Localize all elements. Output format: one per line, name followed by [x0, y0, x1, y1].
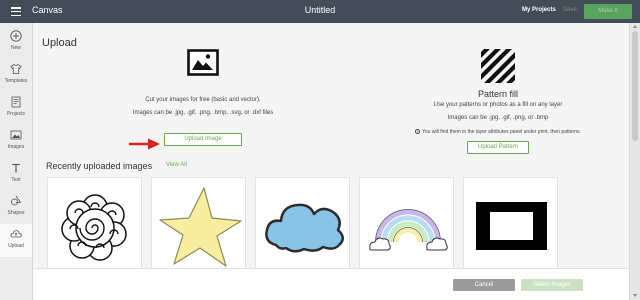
sidebar-item-label: Text — [11, 177, 21, 183]
sidebar-item-upload[interactable]: Upload — [0, 224, 32, 257]
shirt-icon — [10, 63, 22, 74]
sidebar-item-images[interactable]: Images — [0, 125, 32, 158]
pattern-fill-section: Pattern fill Use your patterns or photos… — [368, 49, 628, 154]
sidebar-item-label: Templates — [4, 78, 28, 84]
page-title: Upload — [42, 37, 77, 49]
upload-image-section: Cut your images for free (basic and vect… — [88, 49, 318, 146]
mandala-flower-image — [61, 194, 127, 261]
scroll-up-icon[interactable] — [633, 25, 637, 28]
upload-pattern-button[interactable]: Upload Pattern — [467, 141, 529, 154]
pattern-fill-title: Pattern fill — [477, 89, 519, 99]
cancel-button[interactable]: Cancel — [453, 279, 515, 291]
projects-icon — [11, 96, 21, 108]
black-frame-image — [476, 202, 547, 250]
pattern-icon — [481, 49, 515, 83]
image-icon — [10, 130, 22, 140]
text-icon — [12, 163, 20, 173]
sidebar-item-label: New — [10, 45, 21, 51]
bottom-action-bar: Cancel Select Images — [33, 268, 629, 300]
sidebar-item-shapes[interactable]: Shapes — [0, 191, 32, 224]
upload-image-button[interactable]: Upload Image — [164, 133, 242, 146]
recent-image-tile[interactable] — [359, 177, 454, 277]
info-icon: i — [415, 129, 421, 135]
recent-image-tile[interactable] — [463, 177, 558, 277]
view-all-link[interactable]: View All — [166, 162, 187, 168]
upload-panel: Upload Cut your images for free (basic a… — [33, 23, 629, 300]
shapes-icon — [11, 195, 22, 206]
recent-uploads-heading: Recently uploaded images — [46, 161, 153, 171]
pattern-types-text: Images can be .jpg, .gif, .png, or .bmp — [447, 115, 549, 121]
pattern-info-note: i You will find them in the layer attribu… — [368, 129, 628, 135]
sidebar-item-templates[interactable]: Templates — [0, 59, 32, 92]
sidebar-item-new[interactable]: New — [0, 26, 32, 59]
blue-cloud-image — [265, 203, 344, 253]
red-arrow-icon — [129, 138, 160, 150]
top-bar: Canvas Untitled My Projects Save Make It — [0, 0, 640, 23]
save-link[interactable]: Save — [563, 7, 577, 13]
yellow-star-image — [159, 187, 242, 267]
select-images-button[interactable]: Select Images — [521, 279, 583, 291]
sidebar-item-label: Projects — [6, 111, 26, 117]
make-it-button[interactable]: Make It — [584, 4, 632, 19]
recent-image-tile[interactable] — [255, 177, 350, 277]
recent-image-tile[interactable] — [151, 177, 246, 277]
sidebar-item-label: Images — [7, 144, 25, 150]
sidebar-item-text[interactable]: Text — [0, 158, 32, 191]
vertical-scrollbar[interactable] — [629, 23, 640, 300]
scroll-down-icon[interactable] — [633, 294, 637, 297]
sidebar-item-label: Shapes — [7, 210, 25, 216]
image-icon — [187, 49, 219, 76]
sidebar-item-label: Upload — [8, 243, 24, 249]
pattern-description: Use your patterns or photos as a fill on… — [433, 102, 563, 108]
recent-image-tile[interactable] — [47, 177, 142, 277]
pattern-info-text: You will find them in the layer attribut… — [422, 129, 581, 135]
scroll-thumb[interactable] — [632, 31, 638, 141]
left-sidebar: New Templates Projects Images Text Shape… — [0, 23, 33, 300]
plus-icon — [10, 30, 22, 42]
image-types-text: Images can be .jpg, .gif, .png, .bmp, .s… — [132, 110, 274, 116]
cut-images-text: Cut your images for free (basic and vect… — [145, 97, 261, 103]
upload-icon — [10, 230, 22, 238]
rainbow-image — [369, 209, 448, 251]
my-projects-link[interactable]: My Projects — [522, 7, 556, 13]
sidebar-item-projects[interactable]: Projects — [0, 92, 32, 125]
